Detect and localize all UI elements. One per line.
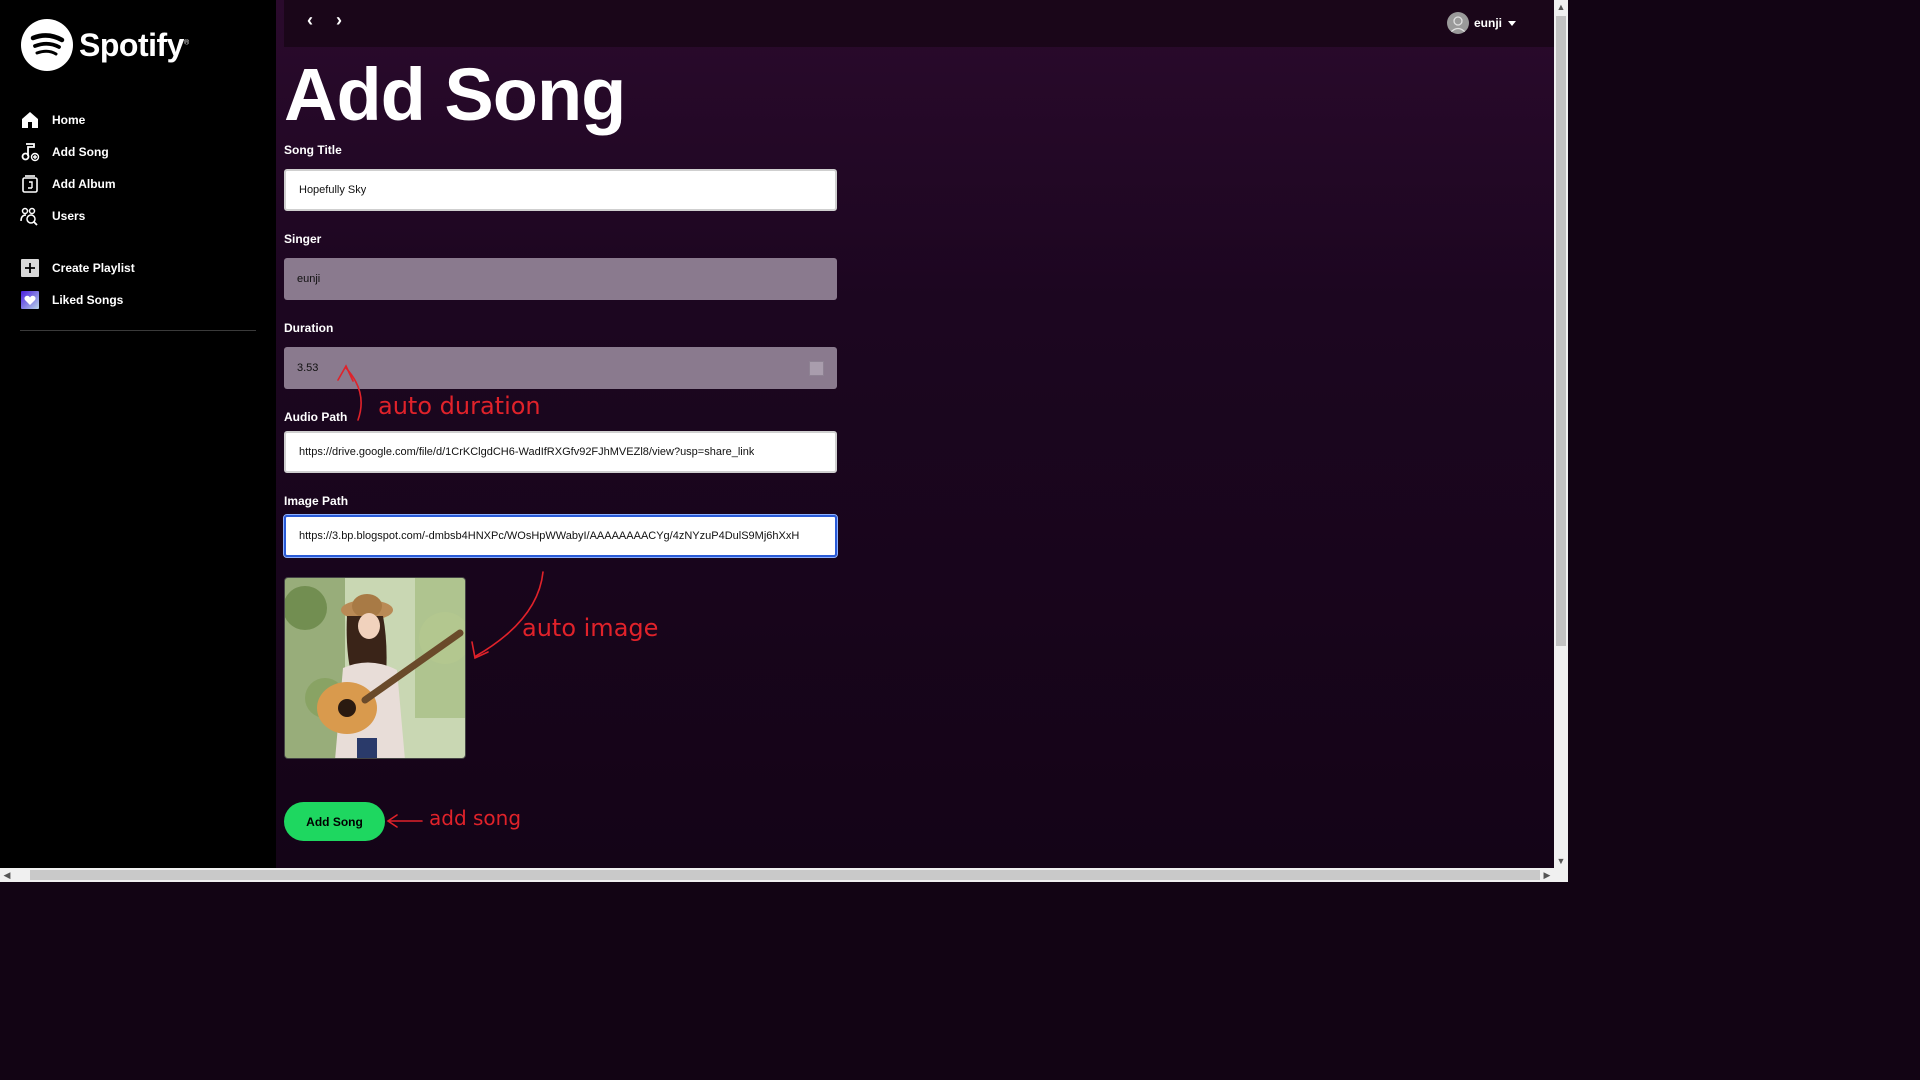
annotation-auto-duration: auto duration <box>378 392 541 420</box>
sidebar-item-label: Add Album <box>52 177 116 191</box>
album-add-icon <box>20 174 40 194</box>
vertical-scrollbar[interactable]: ▲ ▼ <box>1554 0 1568 868</box>
spotify-logo-icon <box>21 19 73 71</box>
annotation-auto-image: auto image <box>522 614 659 642</box>
annotation-add-song: add song <box>429 806 522 830</box>
sidebar-item-label: Users <box>52 209 86 223</box>
sidebar-item-users[interactable]: Users <box>20 200 256 232</box>
annotation-arrows <box>337 364 544 828</box>
brand-name: Spotify® <box>79 26 189 63</box>
sidebar: Spotify® Home Add Song Add Album Users C… <box>0 0 276 868</box>
sidebar-item-add-song[interactable]: Add Song <box>20 136 256 168</box>
sidebar-item-label: Liked Songs <box>52 293 124 307</box>
sidebar-nav: Home Add Song Add Album Users Create Pla… <box>20 104 256 316</box>
heart-icon <box>20 290 40 310</box>
scroll-up-icon[interactable]: ▲ <box>1554 0 1568 14</box>
sidebar-item-home[interactable]: Home <box>20 104 256 136</box>
horizontal-scrollbar[interactable]: ◀ ▶ <box>0 868 1568 882</box>
sidebar-item-add-album[interactable]: Add Album <box>20 168 256 200</box>
sidebar-item-create-playlist[interactable]: Create Playlist <box>20 252 256 284</box>
plus-square-icon <box>20 258 40 278</box>
sidebar-item-label: Add Song <box>52 145 109 159</box>
scroll-thumb[interactable] <box>30 870 1540 880</box>
sidebar-item-liked-songs[interactable]: Liked Songs <box>20 284 256 316</box>
users-icon <box>20 206 40 226</box>
home-icon <box>20 110 40 130</box>
spotify-logo[interactable]: Spotify® <box>21 19 189 71</box>
music-note-add-icon <box>20 142 40 162</box>
scroll-down-icon[interactable]: ▼ <box>1554 854 1568 868</box>
scroll-left-icon[interactable]: ◀ <box>0 868 14 882</box>
sidebar-item-label: Create Playlist <box>52 261 135 275</box>
scroll-right-icon[interactable]: ▶ <box>1540 868 1554 882</box>
main-content: ‹ › eunji Add Song Song Title Hopefully … <box>276 0 1554 868</box>
scroll-thumb[interactable] <box>1556 16 1566 646</box>
sidebar-divider <box>20 330 256 331</box>
sidebar-item-label: Home <box>52 113 86 127</box>
